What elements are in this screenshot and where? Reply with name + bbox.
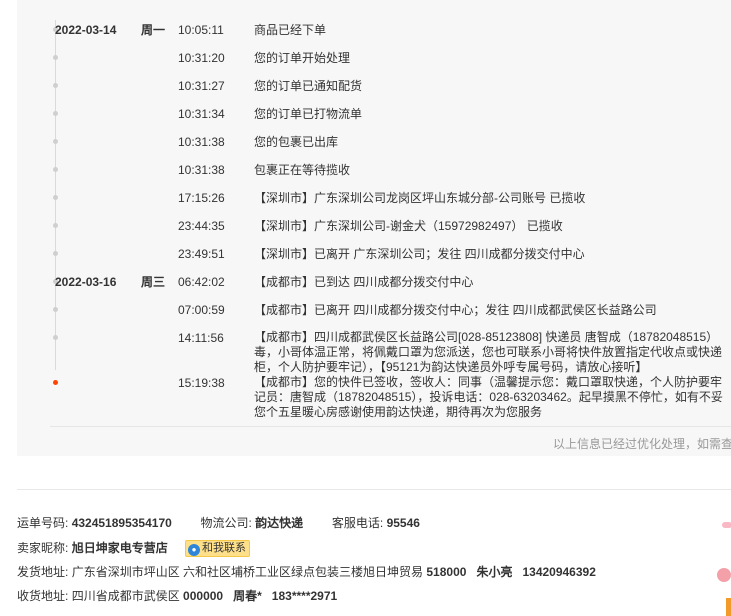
- shipment-info-row: 运单号码: 432451895354170 物流公司: 韵达快递 客服电话: 9…: [17, 514, 420, 532]
- timeline-dot: [53, 251, 58, 256]
- seller-label: 卖家昵称:: [17, 541, 69, 555]
- timeline-dot: [53, 167, 58, 172]
- from-address-row: 发货地址: 广东省深圳市坪山区 六和社区埔桥工业区绿点包装三楼旭日坤贸易 518…: [17, 563, 596, 581]
- decor-shape: [717, 568, 731, 582]
- seller-info-row: 卖家昵称: 旭日坤家电专营店 ● 和我联系: [17, 539, 251, 558]
- event-message: 您的订单已打物流单: [254, 107, 363, 121]
- event-message: 【深圳市】广东深圳公司-谢金犬（15972982497） 已揽收: [254, 219, 563, 233]
- contact-seller-button[interactable]: ● 和我联系: [185, 540, 251, 557]
- event-message: 您的订单已通知配货: [254, 79, 363, 93]
- tracking-no: 432451895354170: [71, 516, 172, 530]
- event-time: 17:15:26: [178, 191, 225, 205]
- from-label: 发货地址:: [17, 565, 69, 579]
- section-divider: [17, 489, 731, 490]
- to-label: 收货地址:: [17, 589, 69, 603]
- event-message: 【成都市】已到达 四川成都分拨交付中心: [254, 275, 474, 289]
- timeline-dot: [53, 307, 58, 312]
- event-message: 【成都市】四川成都武侯区长益路公司[028-85123808] 快递员 唐智成（…: [254, 330, 723, 374]
- event-time: 10:31:20: [178, 51, 225, 65]
- event-time: 23:49:51: [178, 247, 225, 261]
- from-address: 广东省深圳市坪山区 六和社区埔桥工业区绿点包装三楼旭日坤贸易: [71, 565, 424, 579]
- timeline-dot: [53, 111, 58, 116]
- event-message: 【成都市】已离开 四川成都分拨交付中心；发往 四川成都武侯区长益路公司: [254, 303, 657, 317]
- event-message: 商品已经下单: [254, 23, 327, 37]
- event-time: 10:31:38: [178, 135, 225, 149]
- event-weekday: 周一: [141, 23, 166, 37]
- to-zip: 000000: [183, 589, 224, 603]
- event-time: 23:44:35: [178, 219, 225, 233]
- event-date: 2022-03-16: [55, 275, 117, 289]
- seller-name[interactable]: 旭日坤家电专营店: [72, 541, 168, 555]
- event-message: 您的订单开始处理: [254, 51, 351, 65]
- to-phone: 183****2971: [271, 589, 338, 603]
- event-time: 10:31:27: [178, 79, 225, 93]
- hotline-label: 客服电话:: [331, 516, 384, 530]
- tracking-divider: [50, 426, 731, 427]
- event-message: 【深圳市】广东深圳公司龙岗区坪山东城分部-公司账号 已揽收: [254, 191, 586, 205]
- timeline-dot: [53, 83, 58, 88]
- contact-seller-label: 和我联系: [202, 542, 247, 554]
- from-name: 朱小亮: [476, 565, 513, 579]
- from-zip: 518000: [426, 565, 467, 579]
- tracking-no-label: 运单号码:: [17, 516, 69, 530]
- optimization-note: 以上信息已经过优化处理，如需查: [553, 437, 731, 451]
- event-time: 14:11:56: [178, 331, 224, 345]
- tracking-event-latest: 15:19:38 【成都市】您的快件已签收，签收人：同事（温馨提示您：戴口罩取快…: [17, 375, 731, 420]
- event-time: 10:05:11: [178, 23, 224, 37]
- timeline-dot: [53, 195, 58, 200]
- timeline-dot: [53, 55, 58, 60]
- decor-shape: [726, 598, 731, 616]
- event-message: 【成都市】您的快件已签收，签收人：同事（温馨提示您：戴口罩取快递，个人防护要牢记…: [254, 375, 723, 419]
- timeline-dot: [53, 223, 58, 228]
- event-message: 【深圳市】已离开 广东深圳公司；发往 四川成都分拨交付中心: [254, 247, 585, 261]
- to-address-row: 收货地址: 四川省成都市武侯区 000000 周春* 183****2971: [17, 587, 337, 605]
- from-phone: 13420946392: [522, 565, 596, 579]
- to-address: 四川省成都市武侯区: [71, 589, 180, 603]
- event-message: 您的包裹已出库: [254, 135, 339, 149]
- event-weekday: 周三: [141, 275, 166, 289]
- tracking-panel: 2022-03-14 周一 10:05:11 商品已经下单 10:31:20 您…: [17, 0, 731, 456]
- chat-icon: ●: [188, 544, 201, 556]
- event-time: 06:42:02: [178, 275, 225, 289]
- carrier-label: 物流公司:: [200, 516, 252, 530]
- decor-shape: [722, 522, 731, 528]
- event-time: 10:31:34: [178, 107, 225, 121]
- timeline-dot: [53, 139, 58, 144]
- event-date: 2022-03-14: [55, 23, 117, 37]
- event-time: 15:19:38: [178, 376, 225, 390]
- event-time: 07:00:59: [178, 303, 225, 317]
- event-message: 包裹正在等待揽收: [254, 163, 351, 177]
- carrier-name: 韵达快递: [255, 516, 304, 530]
- to-name: 周春*: [233, 589, 262, 603]
- hotline-number: 95546: [386, 516, 420, 530]
- event-time: 10:31:38: [178, 163, 225, 177]
- tracking-event: 14:11:56 【成都市】四川成都武侯区长益路公司[028-85123808]…: [17, 330, 731, 375]
